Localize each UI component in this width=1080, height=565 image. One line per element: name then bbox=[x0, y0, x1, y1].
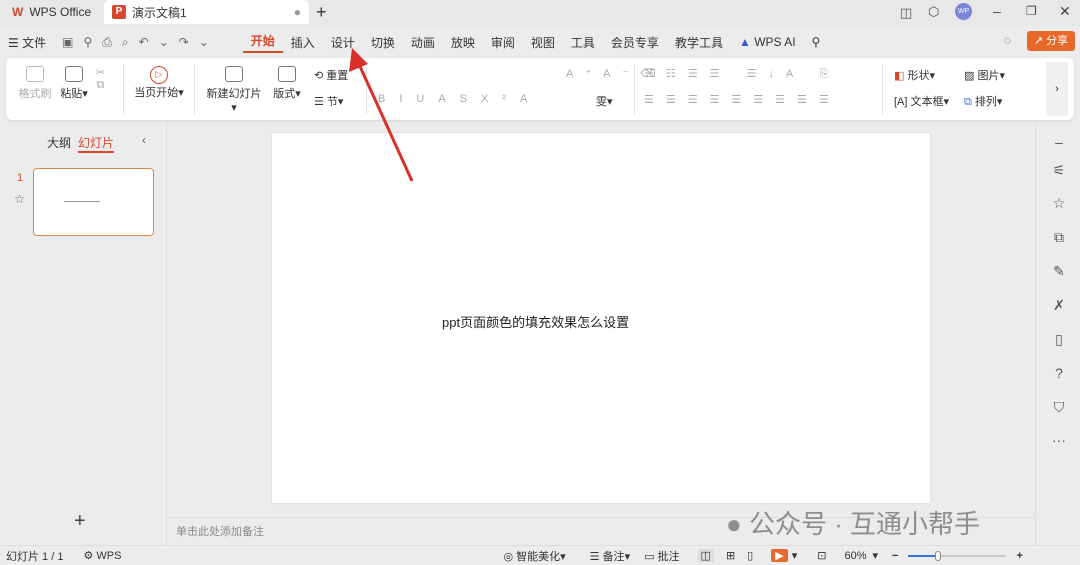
fit-icon[interactable]: ⊡ bbox=[817, 549, 826, 562]
label: 智能美化 bbox=[516, 550, 561, 563]
watermark-text: 公众号 · 互通小帮手 bbox=[748, 509, 981, 539]
watermark: ● 公众号 · 互通小帮手 bbox=[726, 504, 980, 541]
tools-icon[interactable]: ✗ bbox=[1051, 297, 1067, 313]
notes-button[interactable]: ☰ 备注▾ bbox=[590, 548, 630, 564]
more-icon[interactable]: ··· bbox=[1051, 432, 1067, 448]
slide-count: 幻灯片 1 / 1 bbox=[6, 550, 64, 563]
zoom-in-button[interactable]: + bbox=[1016, 550, 1022, 562]
normal-view-icon[interactable]: ◫ bbox=[697, 549, 714, 562]
zoom-slider-handle[interactable] bbox=[934, 550, 941, 561]
help-icon[interactable]: ? bbox=[1051, 365, 1067, 381]
shirt-icon[interactable]: ⛉ bbox=[1051, 399, 1067, 415]
theme-button[interactable]: ⚙ WPS bbox=[83, 549, 121, 562]
label: 备注 bbox=[602, 550, 625, 563]
zoom-level[interactable]: 60% bbox=[844, 550, 866, 562]
right-toolbar: – ⚟ ☆ ⧉ ✎ ✗ ▯ ? ⛉ ··· bbox=[1035, 122, 1080, 545]
settings-sliders-icon[interactable]: ⚟ bbox=[1051, 162, 1067, 178]
slideshow-play-icon[interactable]: ▶ bbox=[771, 549, 788, 562]
reading-view-icon[interactable]: ▯ bbox=[747, 549, 753, 562]
theme-label: WPS bbox=[96, 550, 122, 562]
star-icon[interactable]: ☆ bbox=[1051, 195, 1067, 211]
grid-view-icon[interactable]: ⊞ bbox=[726, 549, 735, 562]
status-bar: 幻灯片 1 / 1 ⚙ WPS ◎ 智能美化▾ ☰ 备注▾ ▭ 批注 ◫ ⊞ ▯… bbox=[0, 545, 1080, 565]
minimize-pane-icon[interactable]: – bbox=[1051, 134, 1067, 150]
book-icon[interactable]: ▯ bbox=[1051, 331, 1067, 347]
wechat-icon: ● bbox=[726, 509, 742, 539]
beautify-button[interactable]: ◎ 智能美化▾ bbox=[503, 548, 565, 564]
zoom-out-button[interactable]: − bbox=[892, 550, 898, 562]
zoom-slider[interactable] bbox=[908, 550, 1007, 561]
red-arrow-annotation bbox=[349, 48, 414, 182]
label: 批注 bbox=[657, 550, 680, 563]
animation-icon[interactable]: ✎ bbox=[1051, 263, 1067, 279]
comments-button[interactable]: ▭ 批注 bbox=[644, 548, 679, 564]
zoom-slider-fill bbox=[908, 554, 938, 557]
transition-icon[interactable]: ⧉ bbox=[1051, 229, 1067, 245]
